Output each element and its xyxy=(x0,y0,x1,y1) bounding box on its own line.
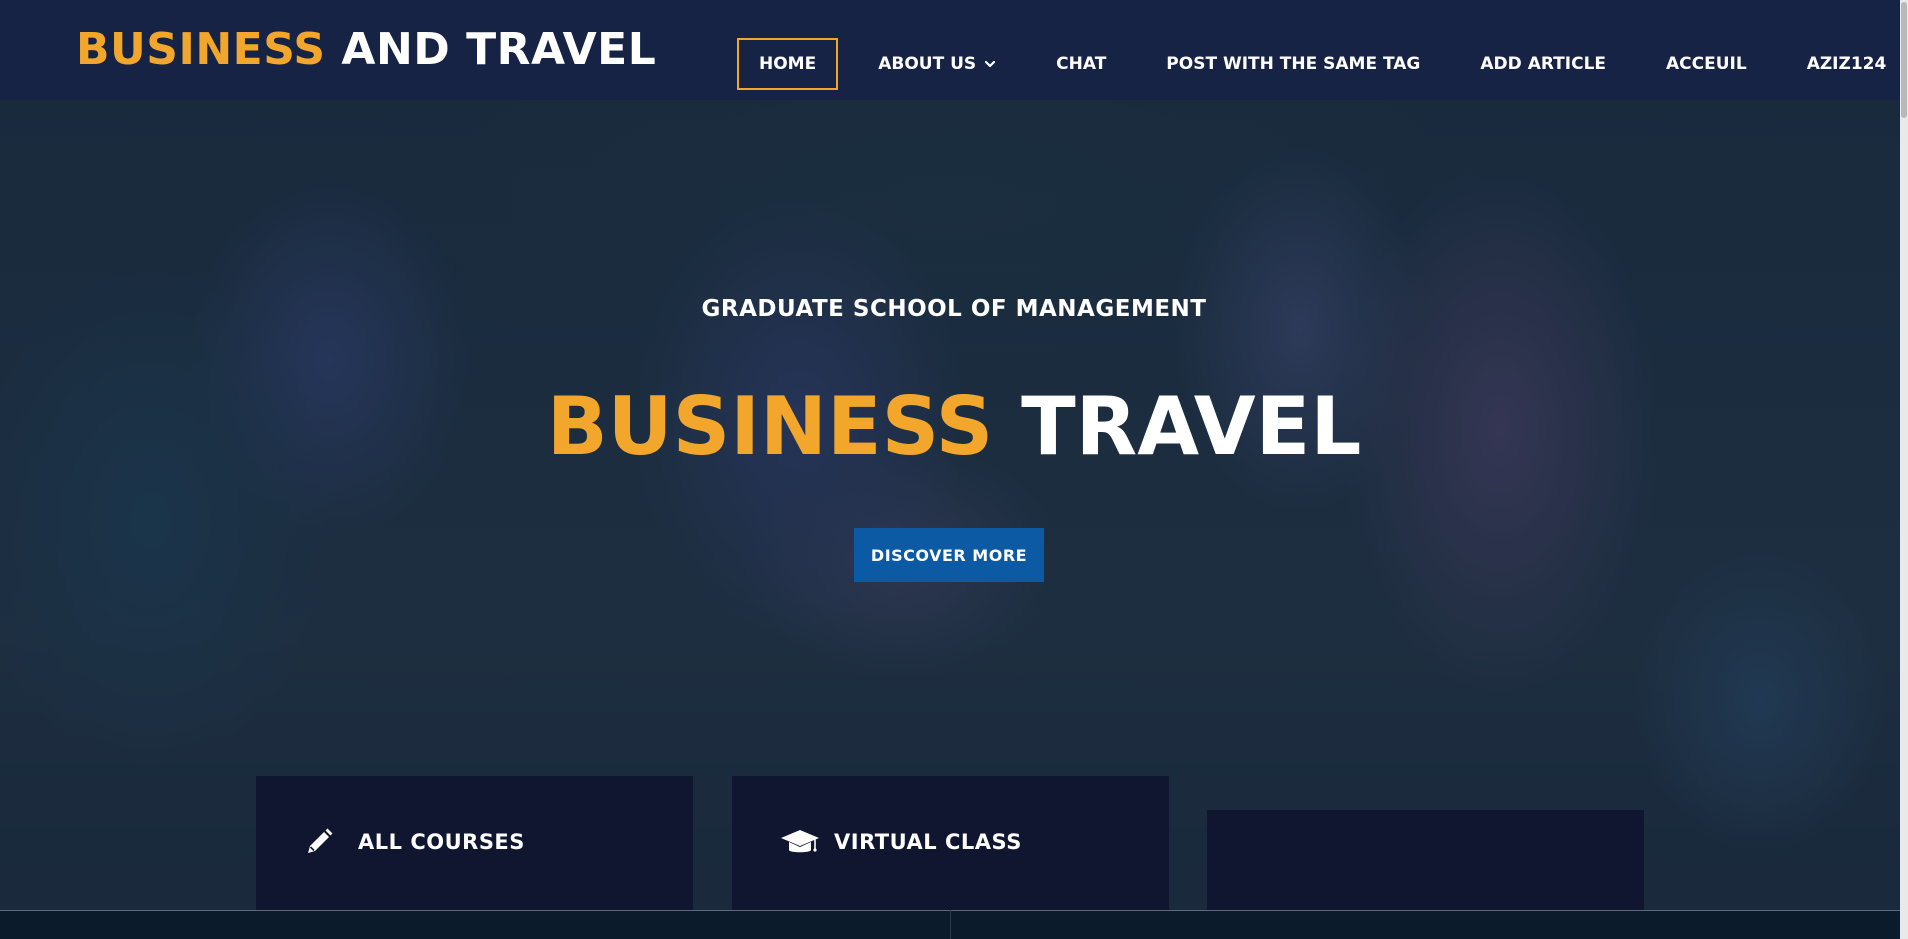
nav-home-label: HOME xyxy=(759,54,817,74)
hero-headline: BUSINESS TRAVEL xyxy=(0,380,1908,473)
scrollbar-thumb[interactable] xyxy=(1901,2,1907,118)
page: BUSINESS AND TRAVEL HOME ABOUT US CHAT P… xyxy=(0,0,1908,939)
headline-accent-text: BUSINESS xyxy=(546,380,994,473)
nav-home[interactable]: HOME xyxy=(737,38,839,90)
section-divider xyxy=(950,910,951,939)
card-label: ALL COURSES xyxy=(358,830,525,854)
nav-acceuil-label: ACCEUIL xyxy=(1666,54,1747,74)
headline-rest-text: TRAVEL xyxy=(993,380,1362,473)
card-virtual-class[interactable]: VIRTUAL CLASS xyxy=(732,776,1169,926)
nav-acceuil[interactable]: ACCEUIL xyxy=(1646,38,1767,90)
nav-post-same-tag-label: POST WITH THE SAME TAG xyxy=(1166,54,1421,74)
next-section-edge xyxy=(0,910,1908,939)
hero-subtitle: GRADUATE SCHOOL OF MANAGEMENT xyxy=(701,296,1207,322)
discover-more-button[interactable]: DISCOVER MORE xyxy=(854,528,1044,582)
nav-post-same-tag[interactable]: POST WITH THE SAME TAG xyxy=(1146,38,1440,90)
site-header: BUSINESS AND TRAVEL HOME ABOUT US CHAT P… xyxy=(0,0,1908,100)
chevron-down-icon xyxy=(985,60,996,68)
nav-add-article[interactable]: ADD ARTICLE xyxy=(1460,38,1626,90)
card-content: VIRTUAL CLASS xyxy=(780,826,1022,858)
card-all-courses[interactable]: ALL COURSES xyxy=(256,776,693,926)
nav-user-label: AZIZ124 xyxy=(1806,54,1887,74)
nav-chat-label: CHAT xyxy=(1056,54,1107,74)
nav-chat[interactable]: CHAT xyxy=(1036,38,1126,90)
graduation-cap-icon xyxy=(780,826,820,858)
pencil-icon xyxy=(304,826,344,858)
main-nav: HOME ABOUT US CHAT POST WITH THE SAME TA… xyxy=(737,38,1908,90)
page-scrollbar[interactable] xyxy=(1900,0,1908,939)
nav-user-aziz124[interactable]: AZIZ124 xyxy=(1787,38,1907,90)
nav-add-article-label: ADD ARTICLE xyxy=(1480,54,1607,74)
site-logo[interactable]: BUSINESS AND TRAVEL xyxy=(76,24,656,75)
card-content: ALL COURSES xyxy=(304,826,525,858)
nav-about-us[interactable]: ABOUT US xyxy=(858,38,1016,90)
logo-accent-text: BUSINESS xyxy=(76,24,326,75)
card-label: VIRTUAL CLASS xyxy=(834,830,1022,854)
nav-about-us-label: ABOUT US xyxy=(878,54,977,74)
logo-rest-text: AND TRAVEL xyxy=(325,24,657,75)
